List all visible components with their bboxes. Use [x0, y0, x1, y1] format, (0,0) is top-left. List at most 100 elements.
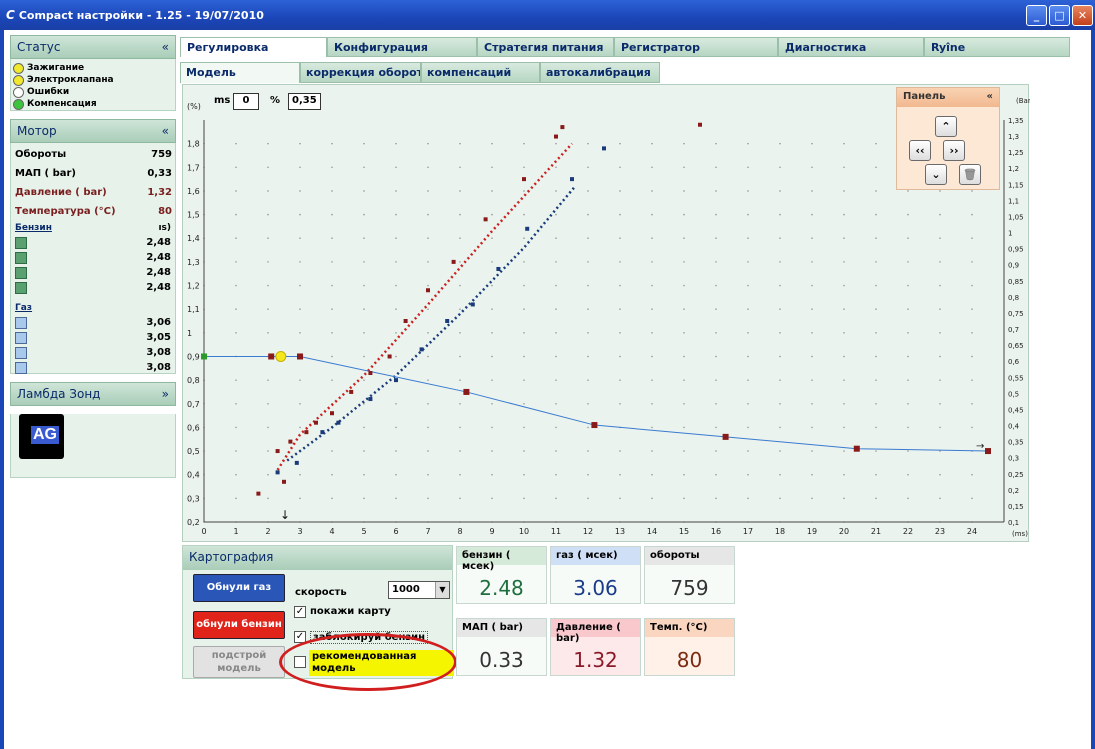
grid-dot	[267, 473, 269, 476]
grid-dot	[747, 166, 749, 169]
grid-dot	[907, 261, 909, 263]
injector-indicator[interactable]	[15, 266, 27, 279]
lambda-header[interactable]: Ламбда Зонд »	[10, 382, 176, 406]
status-header[interactable]: Статус «	[10, 35, 176, 59]
adjust-model-label: модель	[217, 663, 261, 674]
benzin-point	[314, 420, 318, 425]
subtab-autocalibration[interactable]: автокалибрация	[540, 62, 660, 83]
ms-input[interactable]: 0	[233, 93, 259, 110]
move-left-button[interactable]: ‹‹	[909, 140, 931, 161]
grid-dot	[427, 308, 429, 310]
reset-benzin-button[interactable]: обнули бензин	[193, 611, 285, 639]
grid-dot	[939, 355, 941, 358]
grid-dot	[843, 142, 845, 145]
y-left-tick-label: 1,2	[187, 282, 200, 291]
minimize-button[interactable]: _	[1026, 5, 1047, 26]
grid-dot	[459, 142, 461, 145]
tab-strategy[interactable]: Стратегия питания	[477, 37, 614, 57]
grid-dot	[651, 308, 653, 310]
injector-indicator[interactable]	[15, 236, 27, 249]
motor-header[interactable]: Мотор «	[10, 119, 176, 143]
motor-label: МАП ( bar)	[15, 168, 77, 179]
grid-dot	[651, 332, 653, 334]
y-left-tick-label: 0,8	[187, 376, 200, 385]
injector-value: 3,08	[146, 347, 171, 358]
grid-dot	[587, 355, 589, 358]
grid-dot	[843, 261, 845, 263]
tab-diagnostics[interactable]: Диагностика	[778, 37, 924, 57]
status-item-valves: Электроклапана	[11, 74, 175, 86]
grid-dot	[363, 332, 365, 334]
grid-dot	[907, 213, 909, 216]
subtab-rpm-correction[interactable]: коррекция оборотов	[300, 62, 421, 83]
chevron-down-icon[interactable]: ▼	[435, 582, 449, 598]
expand-icon[interactable]: »	[162, 387, 169, 401]
grid-dot	[587, 237, 589, 240]
grid-dot	[331, 308, 333, 310]
reset-gas-button[interactable]: Обнули газ	[193, 574, 285, 602]
model-point	[297, 353, 303, 360]
tab-regulation[interactable]: Регулировка	[180, 37, 327, 57]
gas-header: Газ	[11, 301, 175, 315]
subtab-model[interactable]: Модель	[180, 62, 300, 83]
injector-indicator[interactable]	[15, 251, 27, 264]
adjust-model-button[interactable]: подстрой модель	[193, 646, 285, 678]
grid-dot	[907, 190, 909, 192]
y-right-tick-label: 0,55	[1008, 374, 1024, 382]
injector-value: 2,48	[146, 252, 171, 263]
move-down-button[interactable]: ⌄	[925, 164, 947, 185]
benzin-point	[451, 259, 456, 264]
y-right-tick-label: 1,25	[1008, 149, 1024, 157]
grid-dot	[299, 379, 301, 381]
move-up-button[interactable]: ⌃	[935, 116, 957, 137]
injector-indicator[interactable]	[15, 346, 27, 359]
grid-dot	[971, 379, 973, 381]
injector-value: 2,48	[146, 237, 171, 248]
grid-dot	[235, 284, 237, 287]
grid-dot	[843, 497, 845, 500]
gas-label[interactable]: Газ	[15, 303, 32, 313]
benzin-label[interactable]: Бензин	[15, 223, 52, 233]
collapse-icon[interactable]: «	[162, 40, 169, 54]
grid-dot	[651, 402, 653, 405]
subtab-compensations[interactable]: компенсаций	[421, 62, 540, 83]
collapse-icon[interactable]: «	[162, 124, 169, 138]
grid-dot	[555, 308, 557, 310]
outlier-point	[698, 122, 702, 127]
close-button[interactable]: ✕	[1072, 5, 1093, 26]
injector-indicator[interactable]	[15, 361, 27, 374]
tab-other[interactable]: Ryîne	[924, 37, 1070, 57]
benzin-header: Бензин ıs)	[11, 221, 175, 235]
show-map-checkbox[interactable]: ✓	[294, 606, 306, 618]
injector-indicator[interactable]	[15, 281, 27, 294]
grid-dot	[523, 166, 525, 169]
panel-header[interactable]: Панель «	[897, 88, 999, 107]
tab-recorder[interactable]: Регистратор	[614, 37, 778, 57]
move-right-button[interactable]: ››	[943, 140, 965, 161]
percent-input[interactable]: 0,35	[288, 93, 321, 110]
maximize-button[interactable]: □	[1049, 5, 1070, 26]
gas-injector-2: 3,05	[11, 330, 175, 345]
speed-select[interactable]: 1000 ▼	[388, 581, 450, 599]
led-valves-icon	[13, 74, 24, 86]
grid-dot	[395, 332, 397, 334]
grid-dot	[523, 497, 525, 500]
x-tick-label: 0	[201, 527, 206, 536]
injector-indicator[interactable]	[15, 316, 27, 329]
grid-dot	[715, 379, 717, 381]
benzin-injector-4: 2,48	[11, 280, 175, 295]
highlight-oval	[279, 633, 457, 691]
x-tick-label: 17	[743, 527, 753, 536]
trash-icon[interactable]: 🗑	[959, 164, 981, 185]
logo-text: AG	[31, 426, 59, 444]
grid-dot	[587, 308, 589, 310]
grid-dot	[555, 261, 557, 263]
tab-configuration[interactable]: Конфигурация	[327, 37, 477, 57]
grid-dot	[363, 497, 365, 500]
percent-label: %	[270, 95, 281, 106]
grid-dot	[363, 237, 365, 240]
collapse-icon[interactable]: «	[987, 91, 993, 104]
grid-dot	[235, 237, 237, 240]
injector-indicator[interactable]	[15, 331, 27, 344]
model-point	[201, 353, 207, 360]
